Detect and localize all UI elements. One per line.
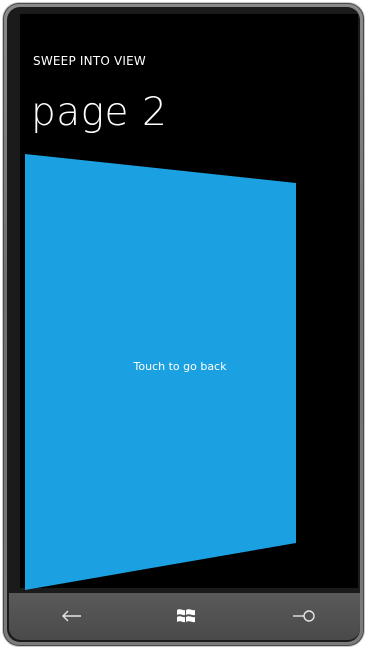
back-button[interactable] <box>52 598 92 634</box>
windows-logo-icon <box>177 609 195 623</box>
start-button[interactable] <box>166 598 206 634</box>
search-icon <box>293 610 315 622</box>
search-button[interactable] <box>284 598 324 634</box>
sweep-panel-canvas <box>25 154 296 590</box>
touch-to-go-back-label[interactable]: Touch to go back <box>125 360 235 373</box>
back-arrow-icon <box>62 610 81 622</box>
